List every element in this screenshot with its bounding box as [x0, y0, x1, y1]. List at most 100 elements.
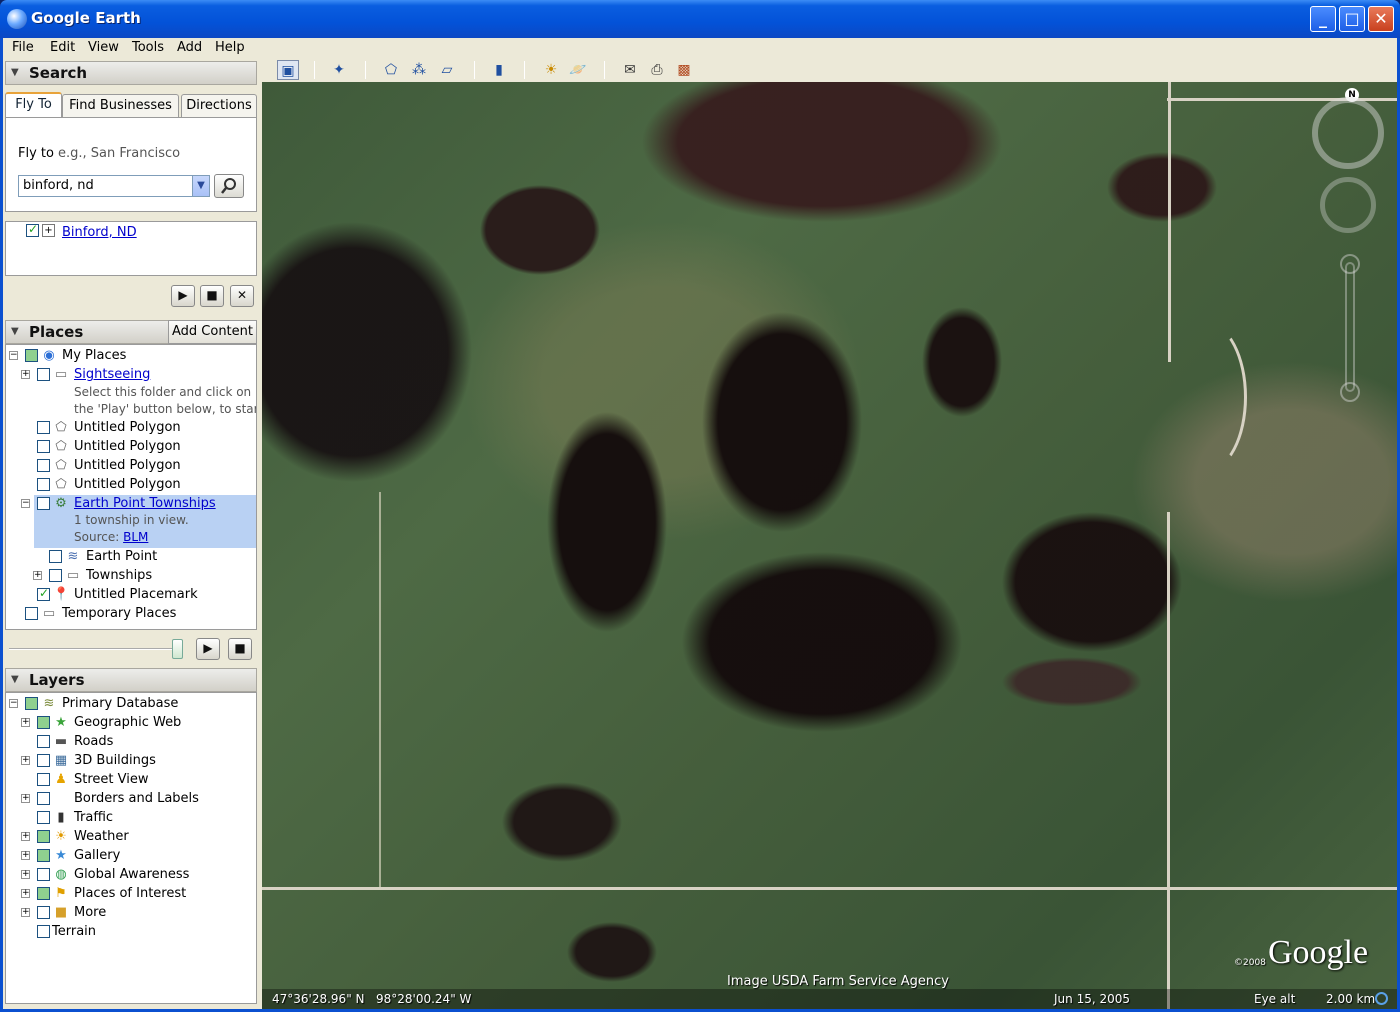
clear-results-button[interactable]: ✕: [230, 285, 254, 307]
layer-street-view[interactable]: ♟ Street View: [6, 771, 256, 790]
minimize-button[interactable]: _: [1310, 6, 1336, 32]
tree-item-temporary-places[interactable]: ▭ Temporary Places: [6, 605, 256, 624]
layer-places-of-interest[interactable]: + ⚑ Places of Interest: [6, 885, 256, 904]
search-result-item[interactable]: + Binford, ND: [6, 222, 256, 241]
collapse-icon[interactable]: −: [9, 699, 18, 708]
search-button[interactable]: [214, 174, 244, 198]
layer-weather[interactable]: + ☀ Weather: [6, 828, 256, 847]
menu-tools[interactable]: Tools: [132, 40, 164, 55]
play-tour-button[interactable]: ▶: [171, 285, 195, 307]
tree-item-untitled-placemark[interactable]: 📍 Untitled Placemark: [6, 586, 256, 605]
expand-icon[interactable]: +: [21, 794, 30, 803]
add-content-button[interactable]: Add Content: [168, 320, 257, 344]
polygon-checkbox[interactable]: [37, 440, 50, 453]
play-button[interactable]: ▶: [196, 638, 220, 660]
my-places-checkbox[interactable]: [25, 349, 38, 362]
layer-more[interactable]: + ■ More: [6, 904, 256, 923]
expand-icon[interactable]: +: [33, 571, 42, 580]
collapse-triangle-icon[interactable]: ▼: [11, 67, 19, 78]
layer-roads[interactable]: ▬ Roads: [6, 733, 256, 752]
layer-checkbox[interactable]: [37, 792, 50, 805]
ruler-button[interactable]: ▮: [488, 60, 510, 80]
tree-item-polygon[interactable]: ⬠ Untitled Polygon: [6, 438, 256, 457]
layer-checkbox[interactable]: [37, 773, 50, 786]
toggle-sidebar-button[interactable]: ▣: [277, 60, 299, 80]
menu-edit[interactable]: Edit: [50, 40, 75, 55]
move-joystick[interactable]: [1320, 177, 1376, 233]
menu-help[interactable]: Help: [215, 40, 245, 55]
title-bar[interactable]: Google Earth _ □ ✕: [0, 0, 1400, 38]
zoom-slider[interactable]: [1345, 262, 1355, 392]
collapse-triangle-icon[interactable]: ▼: [11, 326, 19, 337]
layer-checkbox[interactable]: [37, 906, 50, 919]
source-link[interactable]: BLM: [123, 530, 148, 544]
tree-item-sightseeing[interactable]: + ▭ Sightseeing: [6, 366, 256, 385]
tree-item-earth-point-townships[interactable]: − ⚙ Earth Point Townships: [6, 495, 256, 514]
chevron-down-icon[interactable]: ▼: [192, 176, 209, 196]
tab-find-businesses[interactable]: Find Businesses: [62, 94, 179, 118]
view-in-maps-button[interactable]: ▩: [673, 60, 695, 80]
layer-primary-database[interactable]: − ≋ Primary Database: [6, 695, 256, 714]
add-path-button[interactable]: ⁂: [408, 60, 430, 80]
layer-checkbox[interactable]: [37, 716, 50, 729]
layer-geographic-web[interactable]: + ★ Geographic Web: [6, 714, 256, 733]
zoom-out-button[interactable]: [1340, 382, 1360, 402]
layer-3d-buildings[interactable]: + ▦ 3D Buildings: [6, 752, 256, 771]
fly-to-input[interactable]: binford, nd: [18, 175, 210, 197]
menu-view[interactable]: View: [88, 40, 119, 55]
tree-item-townships[interactable]: + ▭ Townships: [6, 567, 256, 586]
placemark-checkbox[interactable]: [37, 586, 50, 601]
expand-icon[interactable]: +: [21, 851, 30, 860]
earth-point-townships-checkbox[interactable]: [37, 497, 50, 510]
email-button[interactable]: ✉: [619, 60, 641, 80]
collapse-icon[interactable]: −: [9, 351, 18, 360]
tab-directions[interactable]: Directions: [181, 94, 257, 118]
look-joystick[interactable]: [1312, 97, 1384, 169]
stop-button[interactable]: ■: [228, 638, 252, 660]
expand-icon[interactable]: +: [21, 832, 30, 841]
layer-checkbox[interactable]: [37, 811, 50, 824]
menu-file[interactable]: File: [12, 40, 34, 55]
layer-traffic[interactable]: ▮ Traffic: [6, 809, 256, 828]
layers-panel-header[interactable]: ▼ Layers: [5, 668, 257, 692]
add-placemark-button[interactable]: ✦: [328, 60, 350, 80]
tree-item-earth-point[interactable]: ≋ Earth Point: [6, 548, 256, 567]
layer-global-awareness[interactable]: + ◍ Global Awareness: [6, 866, 256, 885]
layer-checkbox[interactable]: [37, 925, 50, 938]
switch-to-sky-button[interactable]: 🪐: [567, 60, 589, 80]
expand-icon[interactable]: +: [21, 718, 30, 727]
stop-tour-button[interactable]: ■: [200, 285, 224, 307]
layer-checkbox[interactable]: [37, 754, 50, 767]
tree-item-label[interactable]: Earth Point Townships: [74, 496, 216, 511]
tab-fly-to[interactable]: Fly To: [5, 92, 62, 119]
add-image-overlay-button[interactable]: ▱: [436, 60, 458, 80]
sightseeing-checkbox[interactable]: [37, 368, 50, 381]
earth-view[interactable]: N ©2008 Google Image USDA Farm Service A…: [262, 82, 1397, 1009]
search-panel-header[interactable]: ▼ Search: [5, 61, 257, 85]
menu-add[interactable]: Add: [177, 40, 202, 55]
layer-borders-and-labels[interactable]: + Borders and Labels: [6, 790, 256, 809]
layer-checkbox[interactable]: [37, 830, 50, 843]
tour-slider-track[interactable]: [9, 648, 177, 650]
layer-checkbox[interactable]: [37, 887, 50, 900]
layer-checkbox[interactable]: [37, 849, 50, 862]
polygon-checkbox[interactable]: [37, 459, 50, 472]
tree-item-label[interactable]: Sightseeing: [74, 367, 150, 382]
earth-point-checkbox[interactable]: [49, 550, 62, 563]
expand-icon[interactable]: +: [21, 908, 30, 917]
result-link[interactable]: Binford, ND: [62, 225, 137, 240]
expand-icon[interactable]: +: [21, 756, 30, 765]
tree-item-my-places[interactable]: − ◉ My Places: [6, 347, 256, 366]
result-checkbox[interactable]: [26, 222, 39, 237]
expand-icon[interactable]: +: [21, 870, 30, 879]
layer-gallery[interactable]: + ★ Gallery: [6, 847, 256, 866]
layer-checkbox[interactable]: [25, 697, 38, 710]
print-button[interactable]: ⎙: [646, 60, 668, 80]
sunlight-button[interactable]: ☀: [540, 60, 562, 80]
polygon-checkbox[interactable]: [37, 478, 50, 491]
tree-item-polygon[interactable]: ⬠ Untitled Polygon: [6, 419, 256, 438]
add-polygon-button[interactable]: ⬠: [380, 60, 402, 80]
tree-item-polygon[interactable]: ⬠ Untitled Polygon: [6, 476, 256, 495]
polygon-checkbox[interactable]: [37, 421, 50, 434]
temporary-places-checkbox[interactable]: [25, 607, 38, 620]
